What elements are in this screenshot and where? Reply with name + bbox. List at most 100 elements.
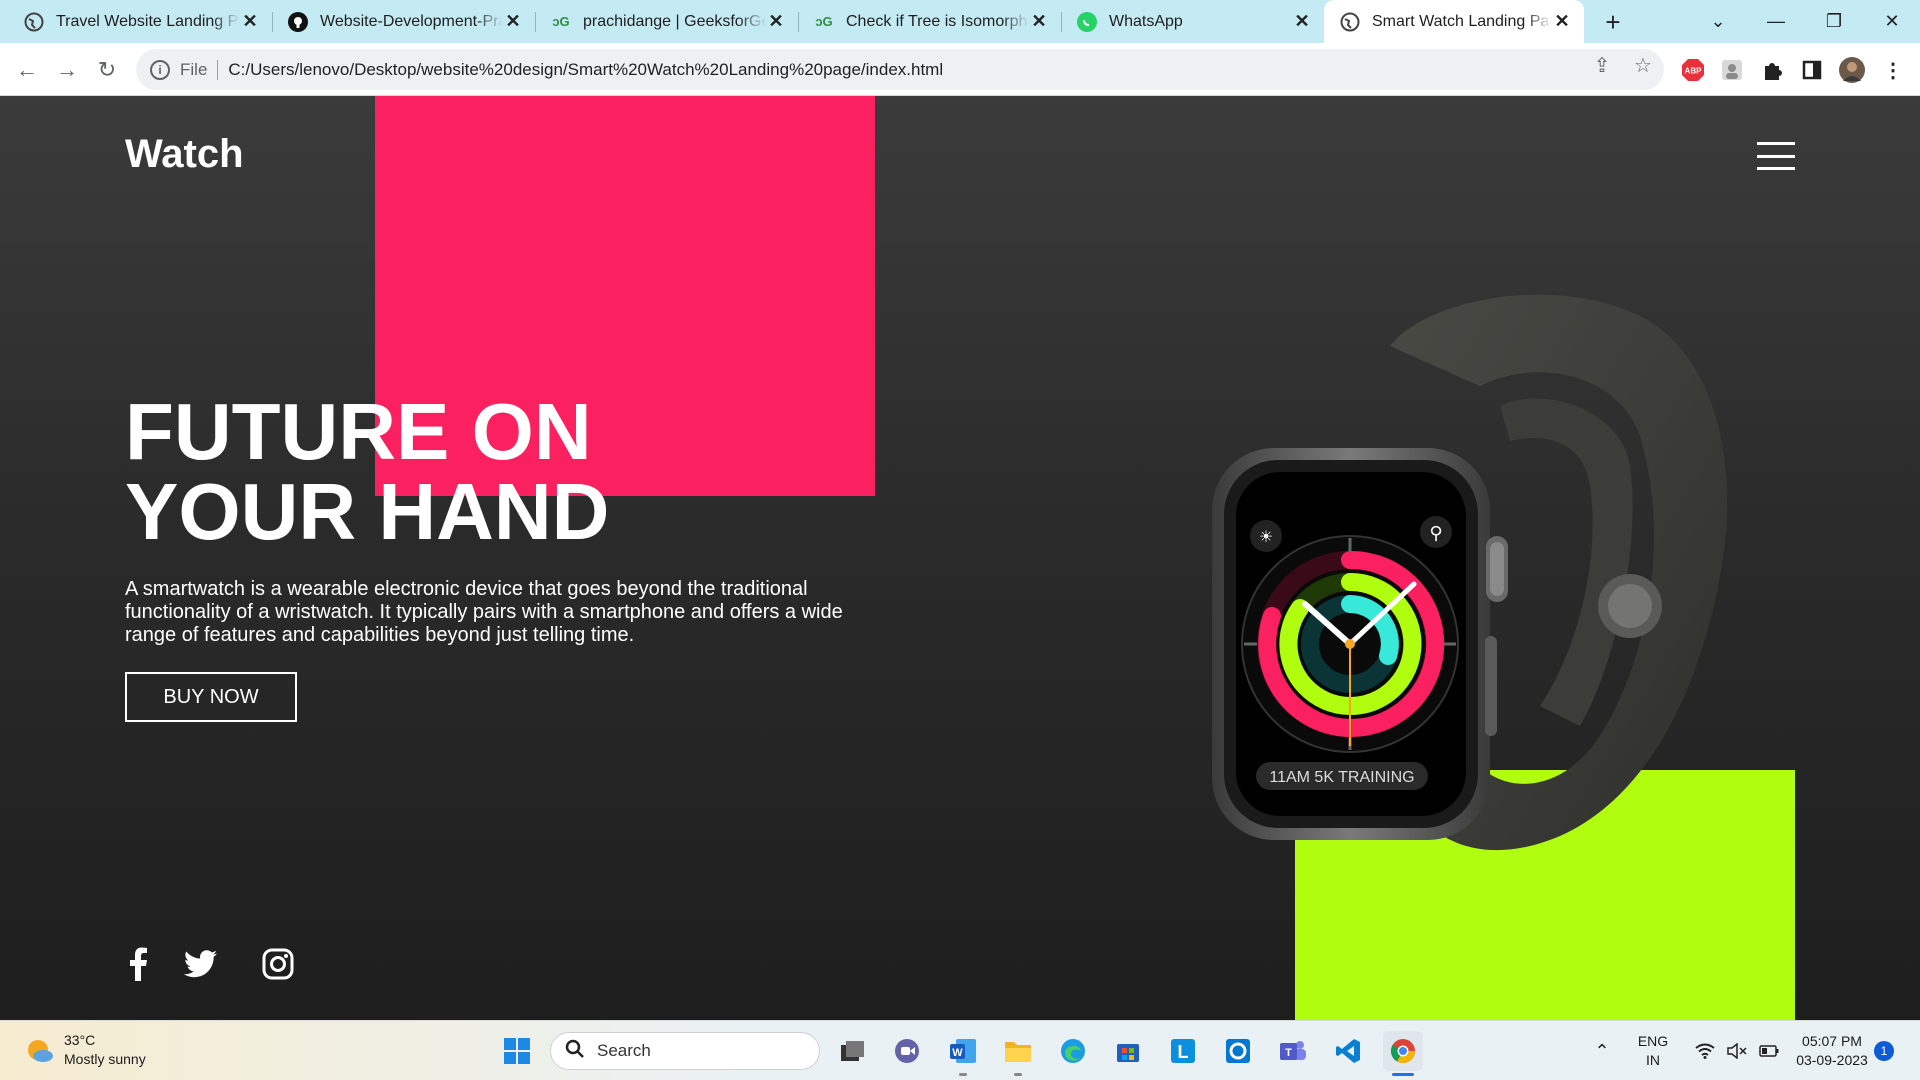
abp-icon[interactable]: ABP [1680,57,1706,83]
address-url[interactable]: C:/Users/lenovo/Desktop/website%20design… [228,60,943,80]
smartwatch-image: ☀ ⚲ 11AM 5K TRAINING [1212,294,1728,851]
tab-title: Smart Watch Landing Page [1372,12,1552,30]
word-icon[interactable]: W [943,1031,983,1071]
close-tab-icon[interactable]: ✕ [1552,11,1572,32]
running-indicator [1014,1073,1022,1076]
file-explorer-icon[interactable] [998,1031,1038,1071]
globe-icon [1340,12,1360,32]
battery-icon[interactable] [1752,1031,1786,1071]
clock-date: 03-09-2023 [1796,1052,1868,1068]
tab-search-chevron-icon[interactable]: ⌄ [1688,0,1748,43]
globe-icon [24,12,44,32]
clock[interactable]: 05:07 PM 03-09-2023 [1782,1032,1882,1070]
svg-text:W: W [952,1047,963,1059]
close-tab-icon[interactable]: ✕ [240,11,260,32]
address-separator [217,59,219,80]
search-label: Search [597,1041,651,1060]
browser-tab-strip: Travel Website Landing Page ✕ Website-De… [0,0,1920,43]
facebook-icon[interactable] [120,946,156,982]
active-app-indicator [1392,1073,1414,1076]
close-tab-icon[interactable]: ✕ [1029,11,1049,32]
minimize-button[interactable]: — [1746,0,1806,43]
edge-icon[interactable] [1053,1031,1093,1071]
wifi-icon[interactable] [1688,1031,1722,1071]
clock-time: 05:07 PM [1802,1033,1862,1049]
bookmark-star-icon[interactable]: ☆ [1631,53,1655,77]
watch-screen-text: 11AM 5K TRAINING [1269,769,1414,786]
tab-title: Travel Website Landing Page [56,12,240,30]
site-info-icon[interactable]: i [150,59,170,80]
weather-sun-icon [28,1040,53,1062]
notification-badge[interactable]: 1 [1874,1041,1894,1061]
windows-start-icon[interactable] [497,1031,537,1071]
tab-travel-website[interactable]: Travel Website Landing Page ✕ [0,0,272,43]
chrome-icon[interactable] [1383,1031,1423,1071]
tab-geeksforgeeks-profile[interactable]: ↄG prachidange | GeeksforGeeks ✕ [535,0,798,43]
profile-ext-icon[interactable] [1719,57,1745,83]
hero-title: FUTURE ON YOUR HAND [125,392,609,552]
svg-text:⚲: ⚲ [1429,523,1442,544]
instagram-icon[interactable] [260,946,296,982]
landing-page: Watch ☀ ⚲ 11AM 5K TRAINING FUTURE ON YOU… [0,96,1920,1020]
taskbar-search-box[interactable]: Search [550,1032,820,1070]
sidepanel-icon[interactable] [1799,57,1825,83]
whatsapp-icon [1077,11,1097,32]
twitter-icon[interactable] [183,946,219,982]
close-tab-icon[interactable]: ✕ [766,11,786,32]
forward-arrow-icon[interactable]: → [50,53,84,87]
close-tab-icon[interactable]: ✕ [1292,11,1312,32]
tab-title: prachidange | GeeksforGeeks [583,12,766,30]
cortana-app-icon[interactable] [1218,1031,1258,1071]
tab-whatsapp[interactable]: WhatsApp ✕ [1061,0,1324,43]
restore-button[interactable]: ❐ [1804,0,1864,43]
back-arrow-icon[interactable]: ← [10,53,44,87]
tab-github[interactable]: Website-Development-Practice ✕ [272,0,535,43]
svg-text:☀: ☀ [1259,527,1273,546]
buy-now-button[interactable]: BUY NOW [125,672,297,722]
l-app-icon[interactable]: L [1163,1031,1203,1071]
weather-temperature: 33°C [64,1032,96,1048]
teams-meet-icon[interactable] [887,1031,927,1071]
svg-text:ABP: ABP [1685,67,1703,76]
tab-title: WhatsApp [1109,12,1183,30]
close-window-button[interactable]: ✕ [1862,0,1920,43]
running-indicator [959,1073,967,1076]
vscode-icon[interactable] [1328,1031,1368,1071]
language-region: IN [1646,1052,1660,1068]
close-tab-icon[interactable]: ✕ [503,11,523,32]
language-indicator[interactable]: ENG IN [1633,1032,1673,1070]
puzzle-icon[interactable] [1759,57,1785,83]
tab-tree-isomorphic[interactable]: ↄG Check if Tree is Isomorphic ✕ [798,0,1061,43]
speaker-muted-icon[interactable] [1720,1031,1754,1071]
address-bar[interactable]: i File C:/Users/lenovo/Desktop/website%2… [136,49,1664,90]
tab-smart-watch-active[interactable]: Smart Watch Landing Page ✕ [1324,0,1584,43]
show-hidden-icons-chevron-icon[interactable]: ⌃ [1582,1031,1622,1071]
gfg-icon: ↄG [815,14,833,29]
hero-title-line-1: FUTURE ON [125,387,592,476]
task-view-icon[interactable] [832,1031,872,1071]
language-code: ENG [1637,1033,1669,1049]
browser-toolbar: ← → ↻ i File C:/Users/lenovo/Desktop/web… [0,43,1920,96]
share-icon[interactable]: ⇪ [1590,53,1614,77]
teams-icon[interactable]: T [1273,1031,1313,1071]
windows-taskbar: 33°C Mostly sunny Search W L T ⌃ ENG IN … [0,1020,1920,1080]
new-tab-button[interactable]: + [1598,7,1628,37]
tab-title: Website-Development-Practice [320,12,503,30]
more-icon[interactable]: ⋮ [1880,57,1906,83]
hero-description: A smartwatch is a wearable electronic de… [125,578,843,646]
reload-icon[interactable]: ↻ [90,53,124,87]
microsoft-store-icon[interactable] [1108,1031,1148,1071]
svg-text:L: L [1178,1042,1189,1062]
hero-title-line-2: YOUR HAND [125,467,610,556]
tab-title: Check if Tree is Isomorphic [846,12,1029,30]
weather-widget[interactable]: 33°C Mostly sunny [24,1031,146,1069]
site-logo[interactable]: Watch [125,132,244,177]
avatar-icon[interactable] [1839,57,1865,83]
weather-description: Mostly sunny [64,1051,146,1067]
hamburger-menu-icon[interactable] [1757,142,1795,170]
svg-text:T: T [1285,1047,1292,1059]
search-icon [565,1039,585,1064]
gfg-icon: ↄG [552,14,570,29]
github-icon [288,11,308,32]
address-scheme: File [180,59,208,79]
